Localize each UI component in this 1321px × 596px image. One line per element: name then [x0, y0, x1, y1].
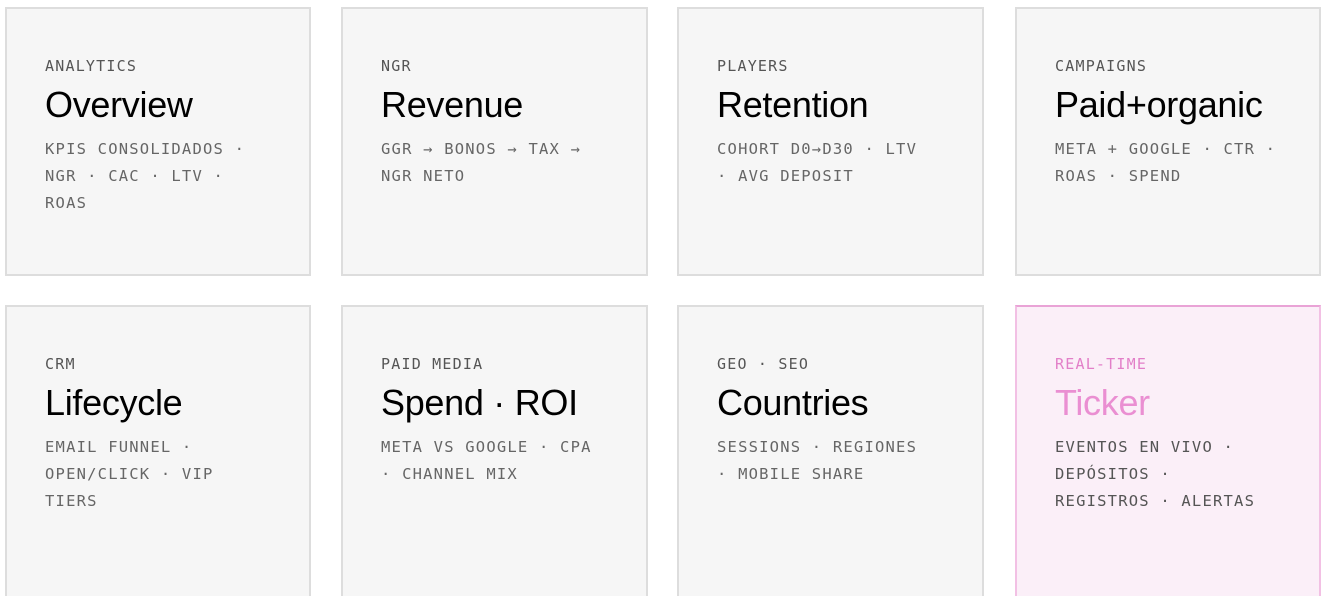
card-ticker[interactable]: REAL-TIME Ticker EVENTOS EN VIVO · DEPÓS… — [1015, 305, 1321, 596]
card-description: COHORT D0→D30 · LTV · AVG DEPOSIT — [717, 140, 918, 185]
card-title: Lifecycle — [45, 382, 183, 423]
card-title: Countries — [717, 382, 869, 423]
card-description: EVENTOS EN VIVO · DEPÓSITOS · REGISTROS … — [1055, 438, 1256, 510]
card-title: Paid+organic — [1055, 84, 1263, 125]
card-content: CAMPAIGNS Paid+organic META + GOOGLE · C… — [1055, 57, 1299, 190]
card-label: PAID MEDIA — [381, 355, 484, 373]
card-retention[interactable]: PLAYERS Retention COHORT D0→D30 · LTV · … — [677, 7, 984, 276]
card-content: REAL-TIME Ticker EVENTOS EN VIVO · DEPÓS… — [1055, 355, 1299, 515]
card-revenue[interactable]: NGR Revenue GGR → BONOS → TAX → NGR NETO — [341, 7, 648, 276]
dashboard-card-grid: ANALYTICS Overview KPIS CONSOLIDADOS · N… — [0, 0, 1321, 596]
card-content: ANALYTICS Overview KPIS CONSOLIDADOS · N… — [45, 57, 289, 217]
card-overview[interactable]: ANALYTICS Overview KPIS CONSOLIDADOS · N… — [5, 7, 311, 276]
card-label: GEO · SEO — [717, 355, 810, 373]
card-title: Ticker — [1055, 382, 1150, 423]
card-title: Spend · ROI — [381, 382, 578, 423]
card-title: Retention — [717, 84, 869, 125]
card-label: PLAYERS — [717, 57, 789, 75]
card-description: KPIS CONSOLIDADOS · NGR · CAC · LTV · RO… — [45, 140, 246, 212]
card-description: GGR → BONOS → TAX → NGR NETO — [381, 140, 582, 185]
card-content: PLAYERS Retention COHORT D0→D30 · LTV · … — [717, 57, 962, 190]
card-label: NGR — [381, 57, 412, 75]
card-title: Overview — [45, 84, 193, 125]
card-label: REAL-TIME — [1055, 355, 1148, 373]
card-description: SESSIONS · REGIONES · MOBILE SHARE — [717, 438, 918, 483]
card-title: Revenue — [381, 84, 524, 125]
card-content: CRM Lifecycle EMAIL FUNNEL · OPEN/CLICK … — [45, 355, 289, 515]
card-content: PAID MEDIA Spend · ROI META VS GOOGLE · … — [381, 355, 626, 488]
card-content: NGR Revenue GGR → BONOS → TAX → NGR NETO — [381, 57, 626, 190]
card-description: EMAIL FUNNEL · OPEN/CLICK · VIP TIERS — [45, 438, 214, 510]
card-content: GEO · SEO Countries SESSIONS · REGIONES … — [717, 355, 962, 488]
card-label: CRM — [45, 355, 76, 373]
card-spend-roi[interactable]: PAID MEDIA Spend · ROI META VS GOOGLE · … — [341, 305, 648, 596]
card-lifecycle[interactable]: CRM Lifecycle EMAIL FUNNEL · OPEN/CLICK … — [5, 305, 311, 596]
card-countries[interactable]: GEO · SEO Countries SESSIONS · REGIONES … — [677, 305, 984, 596]
card-label: CAMPAIGNS — [1055, 57, 1148, 75]
card-paid-organic[interactable]: CAMPAIGNS Paid+organic META + GOOGLE · C… — [1015, 7, 1321, 276]
card-description: META + GOOGLE · CTR · ROAS · SPEND — [1055, 140, 1277, 185]
card-label: ANALYTICS — [45, 57, 138, 75]
card-description: META VS GOOGLE · CPA · CHANNEL MIX — [381, 438, 592, 483]
